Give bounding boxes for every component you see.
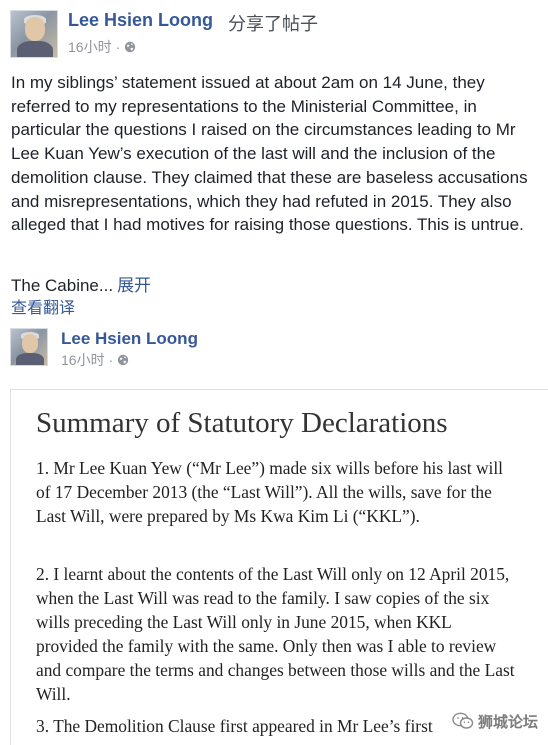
shared-post-header: Lee Hsien Loong 16小时 · bbox=[10, 326, 530, 368]
shared-post-author-name[interactable]: Lee Hsien Loong bbox=[61, 329, 198, 349]
shared-action-label: 分享了帖子 bbox=[228, 14, 318, 34]
document-paragraph-2: 2. I learnt about the contents of the La… bbox=[36, 564, 515, 704]
shared-post-timestamp[interactable]: 16小时 bbox=[61, 350, 105, 370]
document-paragraph-3: 3. The Demolition Clause first appeared … bbox=[36, 716, 433, 736]
shared-document-image[interactable]: Summary of Statutory Declarations 1. Mr … bbox=[10, 389, 548, 745]
wechat-icon bbox=[452, 712, 474, 729]
post-meta: 16小时 · bbox=[68, 37, 136, 57]
post-body-text: In my siblings’ statement issued at abou… bbox=[11, 73, 528, 235]
post-header: Lee Hsien Loong 分享了帖子 16小时 · bbox=[10, 8, 540, 58]
document-title: Summary of Statutory Declarations bbox=[36, 407, 448, 439]
meta-separator: · bbox=[115, 39, 121, 55]
post-author-name[interactable]: Lee Hsien Loong bbox=[68, 10, 213, 31]
globe-icon[interactable] bbox=[124, 41, 136, 53]
avatar[interactable] bbox=[10, 10, 58, 58]
watermark: 狮城论坛 bbox=[452, 708, 544, 734]
meta-separator: · bbox=[108, 352, 114, 368]
document-paragraph-1: 1. Mr Lee Kuan Yew (“Mr Lee”) made six w… bbox=[36, 458, 504, 526]
expand-link[interactable]: 展开 bbox=[117, 276, 151, 295]
globe-icon[interactable] bbox=[117, 354, 129, 366]
shared-post-meta: 16小时 · bbox=[61, 350, 129, 370]
shared-post-avatar[interactable] bbox=[10, 328, 48, 366]
watermark-text: 狮城论坛 bbox=[478, 713, 539, 731]
truncated-text: The Cabine... bbox=[11, 276, 114, 295]
post-timestamp[interactable]: 16小时 bbox=[68, 37, 112, 57]
post-truncated-line: The Cabine... 展开 bbox=[11, 271, 151, 296]
see-translation-link[interactable]: 查看翻译 bbox=[11, 294, 75, 318]
